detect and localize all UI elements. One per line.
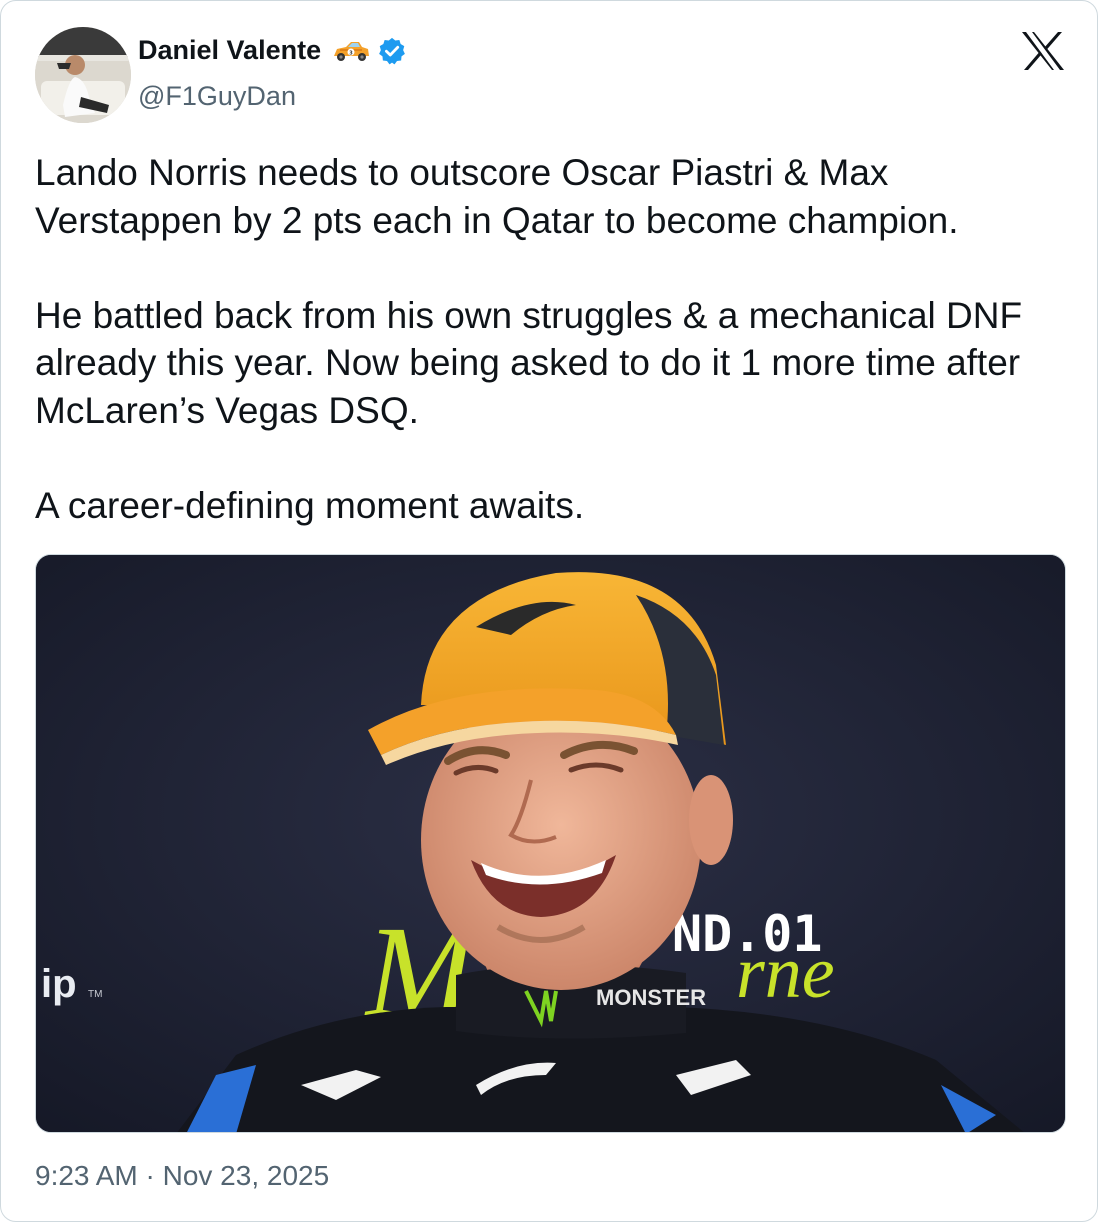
author-name-row[interactable]: Daniel Valente 3 (138, 35, 407, 66)
backdrop-round-text: ND.01 (672, 905, 823, 963)
press-conference-photo: ip TM M rne ND.01 MONSTER (36, 555, 1065, 1132)
avatar-photo (35, 27, 131, 123)
verified-check-icon[interactable] (377, 36, 407, 66)
x-logo-icon[interactable] (1021, 31, 1065, 71)
tweet-media-photo[interactable]: ip TM M rne ND.01 MONSTER (35, 554, 1066, 1133)
tweet-paragraph: Lando Norris needs to outscore Oscar Pia… (35, 152, 959, 241)
tweet-timestamp[interactable]: 9:23 AM · Nov 23, 2025 (35, 1160, 329, 1192)
avatar[interactable] (35, 27, 131, 123)
tweet-paragraph: A career-defining moment awaits. (35, 484, 585, 526)
author-display-name[interactable]: Daniel Valente (138, 35, 321, 66)
suit-sponsor-text: MONSTER (596, 985, 706, 1010)
tweet-text: Lando Norris needs to outscore Oscar Pia… (35, 149, 1055, 529)
race-car-emoji-icon: 3 (331, 38, 371, 64)
tweet-card: Daniel Valente 3 @F1GuyDan Lando Norris … (0, 0, 1098, 1222)
backdrop-text: ip (41, 962, 77, 1006)
author-handle[interactable]: @F1GuyDan (138, 81, 296, 112)
tweet-paragraph: He battled back from his own struggles &… (35, 294, 1023, 431)
svg-text:3: 3 (349, 50, 353, 56)
backdrop-text-suffix: TM (88, 989, 102, 1000)
